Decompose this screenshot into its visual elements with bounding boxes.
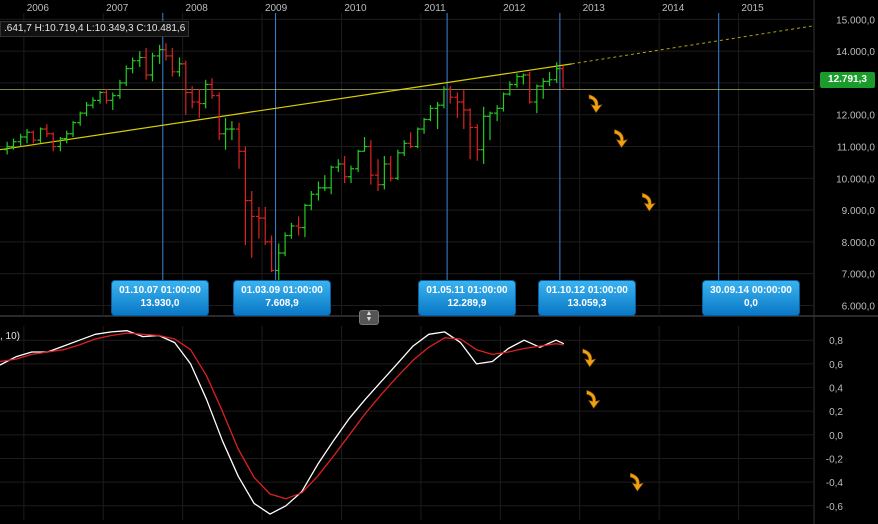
callout-date: 01.05.11 01:00:00 (426, 285, 508, 296)
indicator-tick-label: -0,4 (826, 478, 844, 489)
indicator-tick-label: 0,2 (829, 407, 843, 418)
date-callout-2[interactable]: 01.03.09 01:00:00 7.608,9 (233, 280, 331, 316)
x-tick-label: 2015 (741, 3, 764, 14)
y-tick-label: 8.000,0 (842, 238, 876, 249)
callout-value: 12.289,9 (447, 298, 487, 309)
indicator-tick-label: 0,8 (829, 336, 843, 347)
y-tick-label: 14.000,0 (836, 47, 875, 58)
x-tick-label: 2009 (265, 3, 288, 14)
indicator-tick-label: 0,6 (829, 360, 843, 371)
callout-date: 01.10.12 01:00:00 (546, 285, 628, 296)
y-tick-label: 10.000,0 (836, 174, 875, 185)
x-tick-label: 2013 (583, 3, 606, 14)
x-tick-label: 2007 (106, 3, 129, 14)
forecast-arrow-icon (588, 94, 603, 114)
date-callout-3[interactable]: 01.05.11 01:00:00 12.289,9 (418, 280, 516, 316)
last-price-badge: 12.791,3 (820, 72, 875, 88)
x-tick-label: 2014 (662, 3, 685, 14)
callout-value: 7.608,9 (265, 298, 299, 309)
callout-value: 0,0 (744, 298, 758, 309)
callout-value: 13.059,3 (567, 298, 607, 309)
y-tick-label: 15.000,0 (836, 15, 875, 26)
ohlc-readout: .641,7 H:10.719,4 L:10.349,3 C:10.481,6 (0, 21, 190, 37)
up-down-arrows-icon[interactable]: ▲ ▼ (359, 310, 379, 325)
forecast-arrow-icon (614, 129, 629, 149)
trendline-extension (571, 25, 815, 65)
oscillator-signal-line (0, 332, 564, 500)
x-tick-label: 2006 (27, 3, 50, 14)
forecast-arrow-icon (641, 192, 656, 212)
x-tick-label: 2011 (424, 3, 446, 14)
callout-date: 01.03.09 01:00:00 (241, 285, 323, 296)
indicator-tick-label: -0,2 (826, 454, 844, 465)
x-tick-label: 2010 (344, 3, 367, 14)
oscillator-line (0, 330, 565, 515)
y-tick-label: 7.000,0 (842, 270, 876, 281)
indicator-tick-label: 0,4 (829, 384, 843, 395)
x-tick-label: 2012 (503, 3, 526, 14)
date-callout-4[interactable]: 01.10.12 01:00:00 13.059,3 (538, 280, 636, 316)
indicator-tick-label: -0,6 (826, 502, 844, 513)
x-tick-label: 2008 (186, 3, 209, 14)
callout-value: 13.930,0 (140, 298, 180, 309)
y-tick-label: 6.000,0 (842, 301, 876, 312)
y-tick-label: 9.000,0 (842, 206, 876, 217)
y-tick-label: 11.000,0 (837, 143, 876, 154)
date-callout-1[interactable]: 01.10.07 01:00:00 13.930,0 (111, 280, 209, 316)
trendline (0, 63, 572, 151)
indicator-tick-label: 0,0 (829, 431, 843, 442)
forecast-arrow-icon (586, 389, 601, 409)
callout-date: 01.10.07 01:00:00 (119, 285, 201, 296)
y-tick-label: 12.000,0 (836, 111, 875, 122)
date-callout-5[interactable]: 30.09.14 00:00:00 0,0 (702, 280, 800, 316)
trading-chart[interactable]: 2006 2007 2008 2009 2010 2011 2012 2013 2014 2015… (0, 0, 878, 524)
indicator-label: , 10) (0, 331, 21, 342)
callout-date: 30.09.14 00:00:00 (710, 285, 792, 296)
